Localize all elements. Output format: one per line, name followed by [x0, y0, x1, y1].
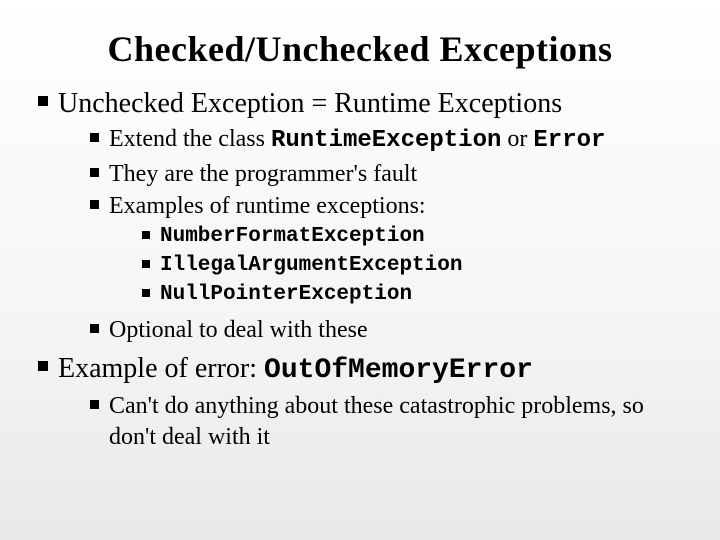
bullet-catastrophic: Can't do anything about these catastroph… [90, 391, 682, 452]
code-outofmemoryerror: OutOfMemoryError [264, 355, 533, 386]
square-bullet-icon [142, 289, 150, 297]
bullet-numberformatexception: NumberFormatException [142, 224, 682, 251]
square-bullet-icon [38, 361, 48, 371]
bullet-text: They are the programmer's fault [109, 159, 417, 190]
bullet-text: Examples of runtime exceptions: [109, 191, 426, 222]
bullet-text: Unchecked Exception = Runtime Exceptions [58, 86, 562, 122]
bullet-programmers-fault: They are the programmer's fault [90, 159, 682, 190]
bullet-text: Can't do anything about these catastroph… [109, 391, 682, 452]
bullet-extend-class: Extend the class RuntimeException or Err… [90, 124, 682, 157]
code-runtimeexception: RuntimeException [271, 127, 501, 154]
square-bullet-icon [38, 96, 48, 106]
square-bullet-icon [90, 200, 99, 209]
code-text: IllegalArgumentException [160, 253, 462, 280]
square-bullet-icon [142, 260, 150, 268]
code-text: NullPointerException [160, 282, 412, 309]
bullet-unchecked-exception: Unchecked Exception = Runtime Exceptions [38, 86, 682, 122]
square-bullet-icon [90, 168, 99, 177]
bullet-illegalargumentexception: IllegalArgumentException [142, 253, 682, 280]
square-bullet-icon [90, 324, 99, 333]
text-fragment: or [501, 126, 533, 152]
slide-title: Checked/Unchecked Exceptions [38, 28, 682, 70]
text-fragment: Extend the class [109, 126, 271, 152]
bullet-nullpointerexception: NullPointerException [142, 282, 682, 309]
bullet-example-error: Example of error: OutOfMemoryError [38, 351, 682, 389]
code-error: Error [533, 127, 605, 154]
square-bullet-icon [90, 400, 99, 409]
bullet-text: Extend the class RuntimeException or Err… [109, 124, 605, 157]
square-bullet-icon [90, 133, 99, 142]
text-fragment: Example of error: [58, 353, 264, 384]
bullet-examples-runtime: Examples of runtime exceptions: [90, 191, 682, 222]
code-text: NumberFormatException [160, 224, 425, 251]
bullet-text: Optional to deal with these [109, 315, 368, 346]
bullet-optional-deal: Optional to deal with these [90, 315, 682, 346]
square-bullet-icon [142, 231, 150, 239]
bullet-text: Example of error: OutOfMemoryError [58, 351, 533, 389]
